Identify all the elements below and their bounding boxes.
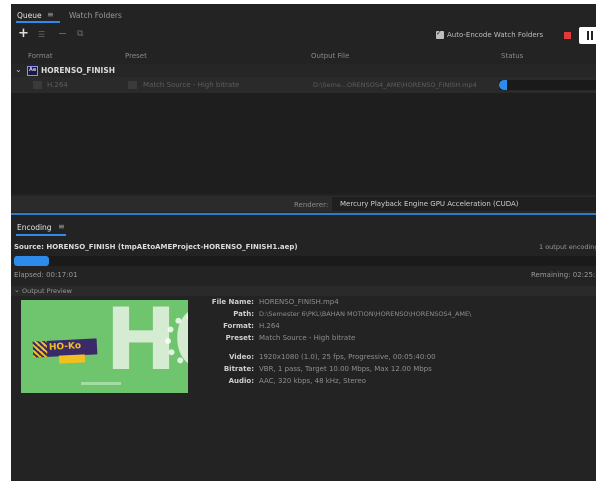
- queue-settings-icon[interactable]: ☰: [38, 30, 45, 39]
- detail-value-video: 1920x1080 (1.0), 25 fps, Progressive, 00…: [259, 353, 436, 361]
- output-file-value[interactable]: D:\Seme...ORENSOS4_AME\HORENSO_FINISH.mp…: [313, 81, 477, 89]
- renderer-select[interactable]: Mercury Playback Engine GPU Acceleration…: [332, 197, 596, 211]
- detail-value-path: D:\Semester 6\PKL\BAHAN MOTION\HORENSO\H…: [259, 310, 472, 318]
- start-queue-button[interactable]: [579, 27, 596, 44]
- column-status[interactable]: Status: [501, 52, 523, 60]
- elapsed-time: Elapsed: 00:17:01: [14, 271, 78, 279]
- renderer-value: Mercury Playback Engine GPU Acceleration…: [340, 200, 519, 208]
- after-effects-badge-text: Ae: [29, 67, 37, 73]
- output-preview-header[interactable]: ⌄ Output Preview: [11, 286, 596, 296]
- pause-icon-bar: [591, 31, 593, 40]
- detail-label-bitrate: Bitrate:: [223, 365, 254, 373]
- auto-encode-label: Auto-Encode Watch Folders: [447, 31, 544, 39]
- column-output-file[interactable]: Output File: [311, 52, 349, 60]
- preset-dropdown-arrow[interactable]: [128, 81, 137, 89]
- detail-label-video: Video:: [228, 353, 254, 361]
- auto-encode-checkbox[interactable]: ✓: [436, 29, 444, 39]
- column-format[interactable]: Format: [28, 52, 53, 60]
- remove-item-icon[interactable]: −: [58, 27, 67, 40]
- tab-watch-folders[interactable]: Watch Folders: [69, 11, 122, 20]
- detail-value-preset: Match Source - High bitrate: [259, 334, 356, 342]
- format-dropdown-arrow[interactable]: [33, 81, 42, 89]
- status-progress-bar: [499, 80, 596, 90]
- checkmark-icon: ✓: [436, 29, 442, 37]
- queue-output-row[interactable]: H.264 Match Source - High bitrate D:\Sem…: [11, 77, 596, 93]
- status-progress-fill: [499, 80, 507, 90]
- queue-item-name: HORENSO_FINISH: [41, 66, 116, 75]
- preview-logo-tag: [58, 354, 86, 364]
- tab-queue[interactable]: Queue: [17, 11, 42, 20]
- column-preset[interactable]: Preset: [125, 52, 147, 60]
- output-preview-thumbnail: HO HO-Ko: [21, 300, 188, 393]
- detail-value-bitrate: VBR, 1 pass, Target 10.00 Mbps, Max 12.0…: [259, 365, 432, 373]
- encoding-panel-title[interactable]: Encoding: [17, 223, 52, 232]
- output-preview-label: Output Preview: [22, 287, 72, 295]
- remaining-time: Remaining: 02:25:5: [531, 271, 596, 279]
- stop-queue-button[interactable]: [564, 32, 571, 39]
- detail-value-format: H.264: [259, 322, 280, 330]
- output-details: File Name: HORENSO_FINISH.mp4 Path: D:\S…: [191, 298, 591, 398]
- encoding-menu-icon[interactable]: ≡: [58, 222, 65, 231]
- after-effects-badge: Ae: [27, 66, 38, 76]
- duplicate-item-icon[interactable]: ⧉: [77, 29, 83, 39]
- tab-watch-folders-label: Watch Folders: [69, 11, 122, 20]
- output-format-value[interactable]: H.264: [47, 81, 68, 89]
- encoding-source-label: Source: HORENSO_FINISH (tmpAEtoAMEProjec…: [14, 243, 298, 251]
- encoding-progress-fill: [14, 256, 49, 266]
- preview-bottom-bar: [81, 382, 121, 385]
- encoding-progress-bar: [14, 256, 596, 266]
- media-encoder-window: Queue ≡ Watch Folders + ☰ − ⧉ ✓ Auto-Enc…: [11, 4, 596, 481]
- output-preset-value[interactable]: Match Source - High bitrate: [143, 81, 239, 89]
- output-encoding-count: 1 output encoding: [539, 243, 596, 251]
- pause-icon: [587, 31, 589, 40]
- detail-label-file-name: File Name:: [211, 298, 254, 306]
- chevron-down-icon[interactable]: ⌄: [15, 65, 22, 74]
- detail-value-audio: AAC, 320 kbps, 48 kHz, Stereo: [259, 377, 366, 385]
- detail-value-file-name: HORENSO_FINISH.mp4: [259, 298, 339, 306]
- detail-label-audio: Audio:: [228, 377, 254, 385]
- preview-logo-stripes: [32, 340, 48, 358]
- queue-item-group-row[interactable]: ⌄ Ae HORENSO_FINISH: [11, 64, 596, 77]
- detail-label-preset: Preset:: [225, 334, 254, 342]
- encoding-tab-underline: [16, 234, 66, 236]
- tab-queue-underline: [16, 21, 60, 23]
- preview-logo-text: HO-Ko: [48, 341, 82, 353]
- add-source-icon[interactable]: +: [18, 26, 29, 41]
- tab-queue-label: Queue: [17, 11, 42, 20]
- detail-label-format: Format:: [223, 322, 254, 330]
- chevron-down-icon: ⌄: [14, 286, 20, 294]
- queue-menu-icon[interactable]: ≡: [47, 10, 54, 19]
- renderer-label: Renderer:: [294, 201, 329, 209]
- detail-label-path: Path:: [233, 310, 254, 318]
